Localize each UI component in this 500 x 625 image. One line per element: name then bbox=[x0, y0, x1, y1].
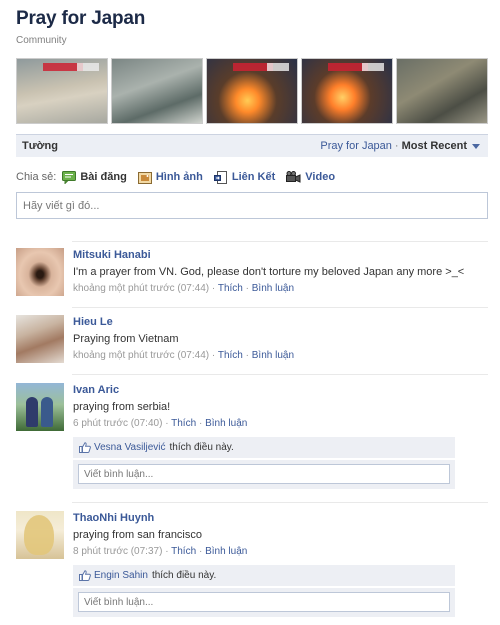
thumbs-up-icon bbox=[79, 442, 91, 453]
page-category: Community bbox=[16, 35, 67, 46]
avatar[interactable] bbox=[16, 315, 64, 363]
status-composer-input[interactable]: Hãy viết gì đó... bbox=[16, 192, 488, 219]
avatar[interactable] bbox=[16, 383, 64, 431]
filter-source[interactable]: Pray for Japan bbox=[320, 140, 392, 152]
post-author[interactable]: ThaoNhi Huynh bbox=[73, 512, 488, 524]
photo-thumbnail[interactable] bbox=[111, 58, 203, 124]
tab-wall[interactable]: Tường bbox=[22, 140, 58, 152]
comment-area: Viết bình luận... bbox=[73, 588, 455, 617]
share-option-label: Hình ảnh bbox=[155, 171, 203, 183]
like-summary: Vesna Vasiljević thích điều này. bbox=[73, 437, 455, 458]
post-meta: khoảng một phút trước (07:44) · Thích · … bbox=[73, 350, 295, 361]
comment-link[interactable]: Bình luận bbox=[252, 283, 294, 294]
wall-post: Mitsuki Hanabi I'm a prayer from VN. God… bbox=[16, 248, 488, 296]
like-link[interactable]: Thích bbox=[171, 546, 196, 557]
divider bbox=[72, 241, 488, 242]
post-message: Praying from Vietnam bbox=[73, 333, 179, 345]
wall-filter[interactable]: Pray for Japan · Most Recent bbox=[320, 140, 480, 152]
thumbs-up-icon bbox=[79, 570, 91, 581]
post-timestamp[interactable]: khoảng một phút trước (07:44) bbox=[73, 350, 209, 361]
like-link[interactable]: Thích bbox=[218, 283, 243, 294]
video-icon bbox=[286, 170, 301, 183]
like-text: thích điều này. bbox=[169, 442, 234, 453]
post-meta: 8 phút trước (07:37) · Thích · Bình luận bbox=[73, 546, 248, 557]
post-timestamp[interactable]: 6 phút trước (07:40) bbox=[73, 418, 162, 429]
post-author[interactable]: Ivan Aric bbox=[73, 384, 488, 396]
photo-thumbnail[interactable] bbox=[396, 58, 488, 124]
liker-name[interactable]: Engin Sahin bbox=[94, 570, 148, 581]
wall-header-bar: Tường Pray for Japan · Most Recent bbox=[16, 134, 488, 157]
status-icon bbox=[62, 170, 77, 184]
photo-thumbnail[interactable] bbox=[16, 58, 108, 124]
like-summary: Engin Sahin thích điều này. bbox=[73, 565, 455, 586]
filter-sort[interactable]: Most Recent bbox=[402, 140, 467, 152]
share-photo-button[interactable]: Hình ảnh bbox=[137, 171, 203, 184]
share-status-button[interactable]: Bài đăng bbox=[62, 170, 127, 184]
comment-input[interactable]: Viết bình luận... bbox=[78, 592, 450, 612]
page-title[interactable]: Pray for Japan bbox=[16, 8, 145, 30]
post-meta: khoảng một phút trước (07:44) · Thích · … bbox=[73, 283, 295, 294]
post-timestamp[interactable]: 8 phút trước (07:37) bbox=[73, 546, 162, 557]
filter-separator: · bbox=[394, 140, 399, 152]
comment-link[interactable]: Bình luận bbox=[252, 350, 294, 361]
share-label: Chia sẻ: bbox=[16, 171, 57, 183]
divider bbox=[72, 307, 488, 308]
divider bbox=[72, 374, 488, 375]
chevron-down-icon[interactable] bbox=[472, 144, 480, 149]
avatar[interactable] bbox=[16, 248, 64, 296]
liker-name[interactable]: Vesna Vasiljević bbox=[94, 442, 166, 453]
share-option-label: Liên Kết bbox=[231, 171, 276, 183]
avatar[interactable] bbox=[16, 511, 64, 559]
page-header: Pray for Japan Community bbox=[16, 8, 145, 46]
comment-placeholder: Viết bình luận... bbox=[84, 468, 154, 480]
wall-post: Hieu Le Praying from Vietnam khoảng một … bbox=[16, 315, 488, 363]
share-option-label: Video bbox=[305, 171, 336, 183]
comment-link[interactable]: Bình luận bbox=[205, 546, 247, 557]
composer-placeholder: Hãy viết gì đó... bbox=[23, 199, 100, 212]
comment-link[interactable]: Bình luận bbox=[205, 418, 247, 429]
photo-icon bbox=[137, 171, 152, 184]
photo-thumbnail[interactable] bbox=[206, 58, 298, 124]
post-message: I'm a prayer from VN. God, please don't … bbox=[73, 266, 465, 278]
post-timestamp[interactable]: khoảng một phút trước (07:44) bbox=[73, 283, 209, 294]
comment-input[interactable]: Viết bình luận... bbox=[78, 464, 450, 484]
like-text: thích điều này. bbox=[151, 570, 217, 581]
comment-area: Viết bình luận... bbox=[73, 460, 455, 489]
photo-strip bbox=[16, 58, 488, 124]
share-options: Chia sẻ: Bài đăng Hình ảnh Liên Kết Vide… bbox=[16, 168, 346, 186]
share-link-button[interactable]: Liên Kết bbox=[213, 170, 276, 184]
post-author[interactable]: Hieu Le bbox=[73, 316, 488, 328]
wall-post: Ivan Aric praying from serbia! 6 phút tr… bbox=[16, 383, 488, 489]
like-link[interactable]: Thích bbox=[218, 350, 243, 361]
divider bbox=[72, 502, 488, 503]
photo-thumbnail[interactable] bbox=[301, 58, 393, 124]
post-message: praying from san francisco bbox=[73, 529, 202, 541]
comment-placeholder: Viết bình luận... bbox=[84, 596, 154, 608]
post-message: praying from serbia! bbox=[73, 401, 171, 413]
like-link[interactable]: Thích bbox=[171, 418, 196, 429]
wall-post: ThaoNhi Huynh praying from san francisco… bbox=[16, 511, 488, 617]
link-icon bbox=[213, 170, 227, 184]
post-meta: 6 phút trước (07:40) · Thích · Bình luận bbox=[73, 418, 248, 429]
post-author[interactable]: Mitsuki Hanabi bbox=[73, 249, 488, 261]
share-option-label: Bài đăng bbox=[80, 171, 127, 183]
share-video-button[interactable]: Video bbox=[286, 170, 336, 184]
